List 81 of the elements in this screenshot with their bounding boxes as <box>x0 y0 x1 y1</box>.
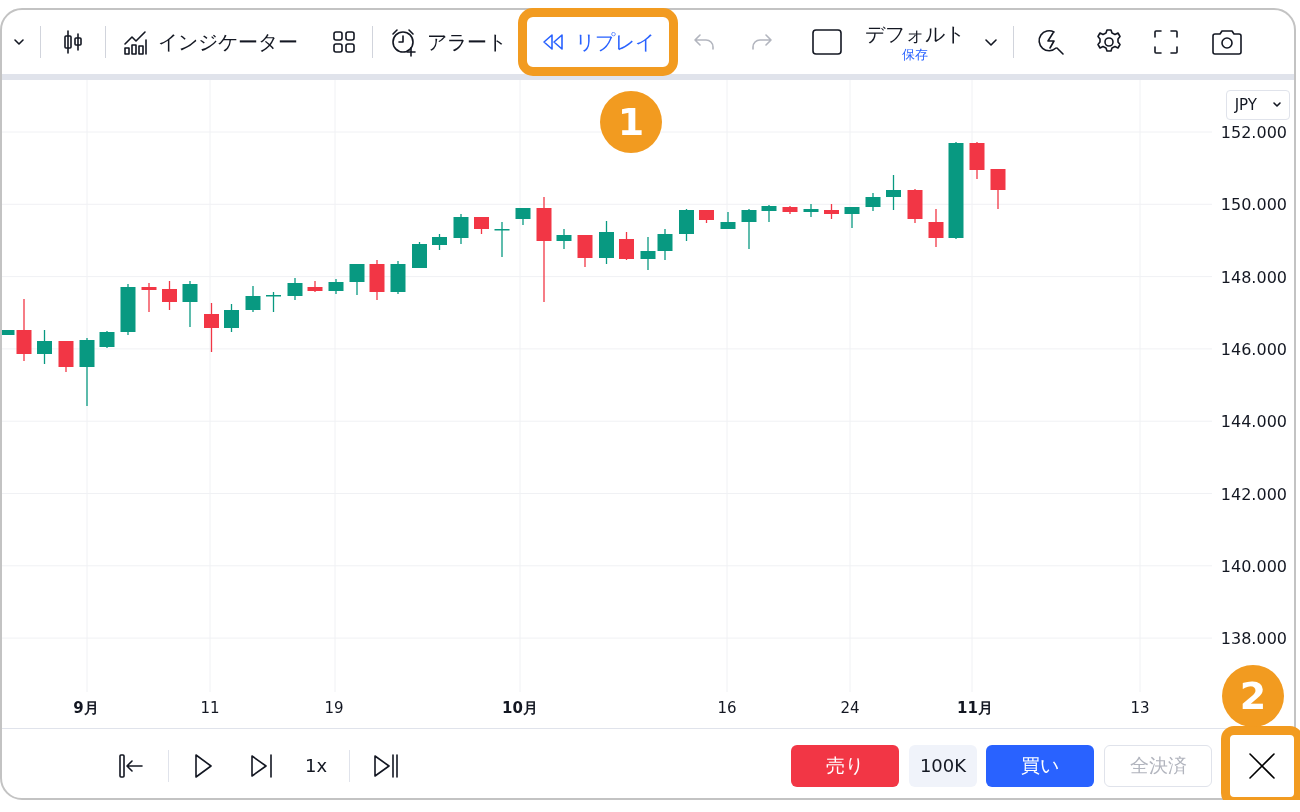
date-label: 16 <box>717 699 737 717</box>
indicators-button[interactable]: インジケーター <box>116 24 304 60</box>
candlestick <box>803 203 819 218</box>
candlestick <box>58 340 74 373</box>
candlestick <box>782 205 798 215</box>
skip-to-end-icon <box>372 751 401 780</box>
candlestick <box>640 236 656 271</box>
candlestick <box>741 208 757 250</box>
lightning-search-icon <box>1036 27 1066 57</box>
save-link[interactable]: 保存 <box>902 47 928 61</box>
candlestick <box>79 337 95 407</box>
price-label: 152.000 <box>1220 123 1287 142</box>
layout-name[interactable]: デフォルト <box>865 23 965 44</box>
candlestick <box>556 228 572 250</box>
candlestick <box>349 263 365 296</box>
candlestick <box>824 203 839 220</box>
candlestick <box>679 208 694 242</box>
fullscreen-icon <box>1152 28 1180 56</box>
date-label: 13 <box>1130 699 1150 717</box>
candlestick <box>328 278 344 295</box>
price-label: 142.000 <box>1220 484 1287 504</box>
price-label: 150.000 <box>1220 195 1287 215</box>
grid-icon <box>330 28 358 56</box>
candlestick <box>969 141 985 180</box>
date-label: 24 <box>840 699 860 717</box>
price-label: 140.000 <box>1220 556 1287 576</box>
step-forward-icon <box>249 751 275 780</box>
date-label: 11 <box>200 699 220 717</box>
step-number-badge: 2 <box>1222 665 1284 727</box>
price-label: 146.000 <box>1220 339 1287 359</box>
candlestick <box>907 188 923 224</box>
square-icon <box>811 28 843 56</box>
date-label: 19 <box>324 699 344 717</box>
candlestick <box>204 302 219 353</box>
candlestick <box>99 330 115 349</box>
rewind-icon <box>541 31 565 53</box>
date-label: 10月 <box>502 699 538 717</box>
candlestick <box>245 285 261 313</box>
candlestick <box>928 208 944 248</box>
candlestick <box>494 221 510 258</box>
speed-button[interactable]: 1x <box>301 751 332 780</box>
candlestick <box>474 216 489 235</box>
candlestick <box>720 211 736 230</box>
candlestick <box>182 280 198 328</box>
candlestick <box>657 228 673 261</box>
quantity-field[interactable]: 100K <box>909 744 977 787</box>
candlestick <box>412 241 427 269</box>
candlestick <box>453 213 469 245</box>
price-label: 148.000 <box>1220 267 1287 287</box>
candlestick <box>224 303 239 333</box>
candlestick <box>390 260 406 295</box>
candlestick <box>577 234 593 268</box>
candlestick <box>307 280 323 293</box>
date-label: 11月 <box>957 699 993 717</box>
candlestick <box>844 206 860 229</box>
currency-dropdown[interactable]: JPY <box>1225 90 1290 120</box>
candlestick <box>37 329 52 365</box>
step-number-badge: 1 <box>600 91 662 153</box>
candlestick <box>886 174 901 211</box>
buy-button[interactable]: 買い <box>986 744 1094 787</box>
candlestick <box>865 192 881 212</box>
candlestick <box>369 259 385 301</box>
candlestick <box>990 168 1006 210</box>
candlestick <box>432 233 447 251</box>
price-label: 144.000 <box>1220 412 1287 432</box>
candlestick <box>162 280 177 311</box>
date-label: 9月 <box>73 699 99 717</box>
candlestick <box>599 220 614 265</box>
candlestick <box>619 231 634 261</box>
price-label: 138.000 <box>1220 629 1287 649</box>
candlestick <box>120 283 136 336</box>
camera-icon <box>1210 27 1244 57</box>
close-icon <box>1247 750 1277 781</box>
candlestick <box>287 277 303 301</box>
candlestick <box>266 291 281 313</box>
candlestick <box>761 204 777 223</box>
sell-button[interactable]: 売り <box>791 744 899 787</box>
candlestick <box>699 209 714 224</box>
candlestick <box>515 207 531 226</box>
candlestick <box>141 282 157 313</box>
alerts-button[interactable]: アラート <box>383 22 513 62</box>
